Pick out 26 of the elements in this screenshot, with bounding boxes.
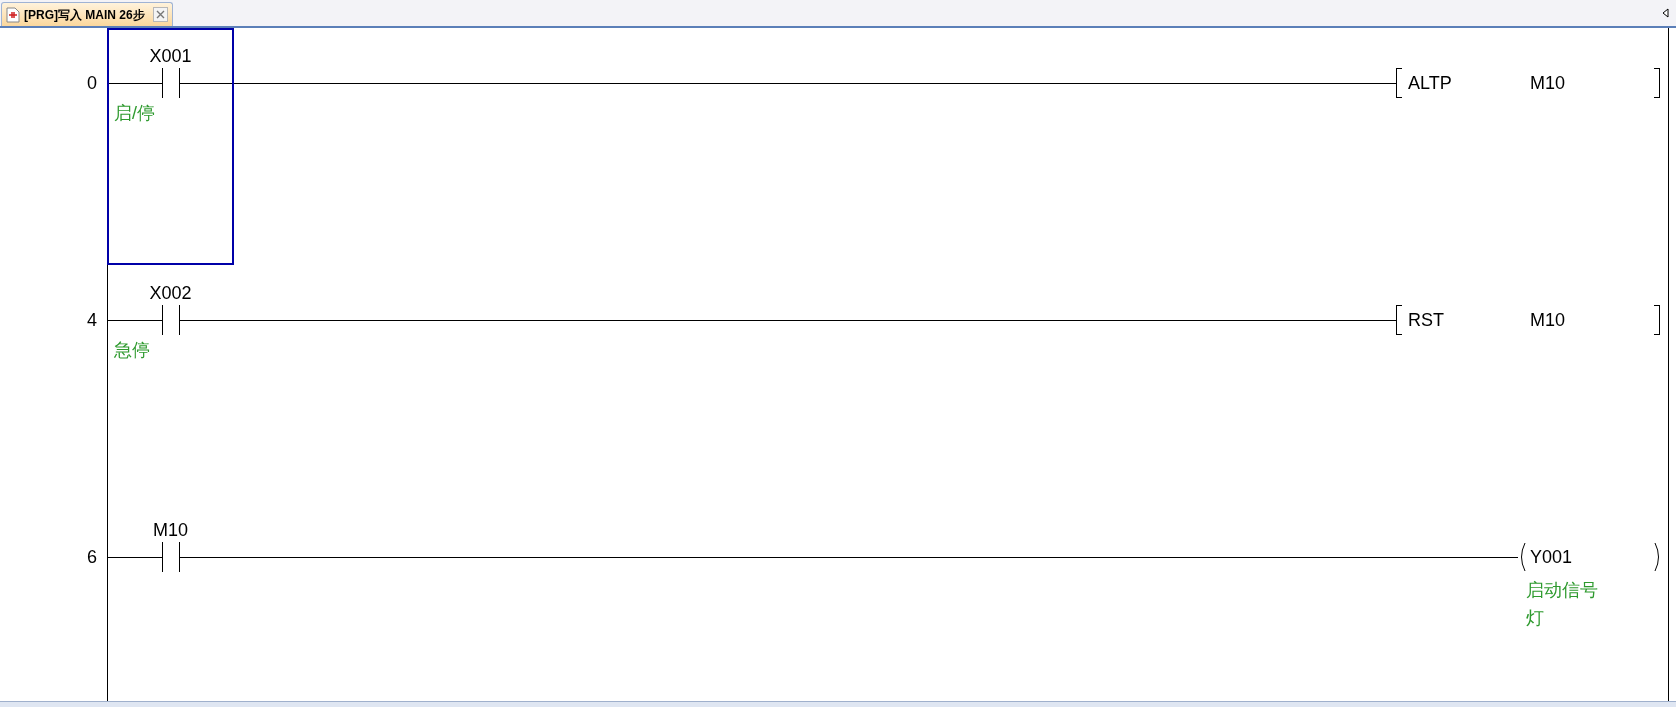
device-label: X002 <box>149 284 192 302</box>
coil-bracket <box>1654 542 1662 572</box>
device-comment: 启动信号灯 <box>1525 579 1599 630</box>
scroll-left-icon[interactable] <box>1662 8 1669 18</box>
wire-line <box>107 82 162 84</box>
device-label: M10 <box>153 521 188 539</box>
document-icon <box>6 6 20 23</box>
device-comment: 启/停 <box>113 102 156 125</box>
program-tab[interactable]: [PRG]写入 MAIN 26步 <box>1 2 173 26</box>
device-comment: 急停 <box>113 339 151 362</box>
bracket <box>1654 68 1660 98</box>
coil-device: Y001 <box>1529 545 1574 569</box>
step-number: 6 <box>87 545 97 569</box>
step-number: 0 <box>87 71 97 95</box>
bracket <box>1654 305 1660 335</box>
instruction-operand: M10 <box>1530 308 1566 332</box>
bracket <box>1396 68 1402 98</box>
close-button[interactable] <box>152 7 168 22</box>
instruction-mnemonic: ALTP <box>1407 71 1453 95</box>
coil-bracket <box>1518 542 1526 572</box>
step-number: 4 <box>87 308 97 332</box>
instruction-operand: M10 <box>1530 71 1566 95</box>
bracket <box>1396 305 1402 335</box>
device-label: X001 <box>149 47 192 65</box>
instruction-mnemonic: RST <box>1407 308 1445 332</box>
contact-symbol <box>162 68 180 98</box>
